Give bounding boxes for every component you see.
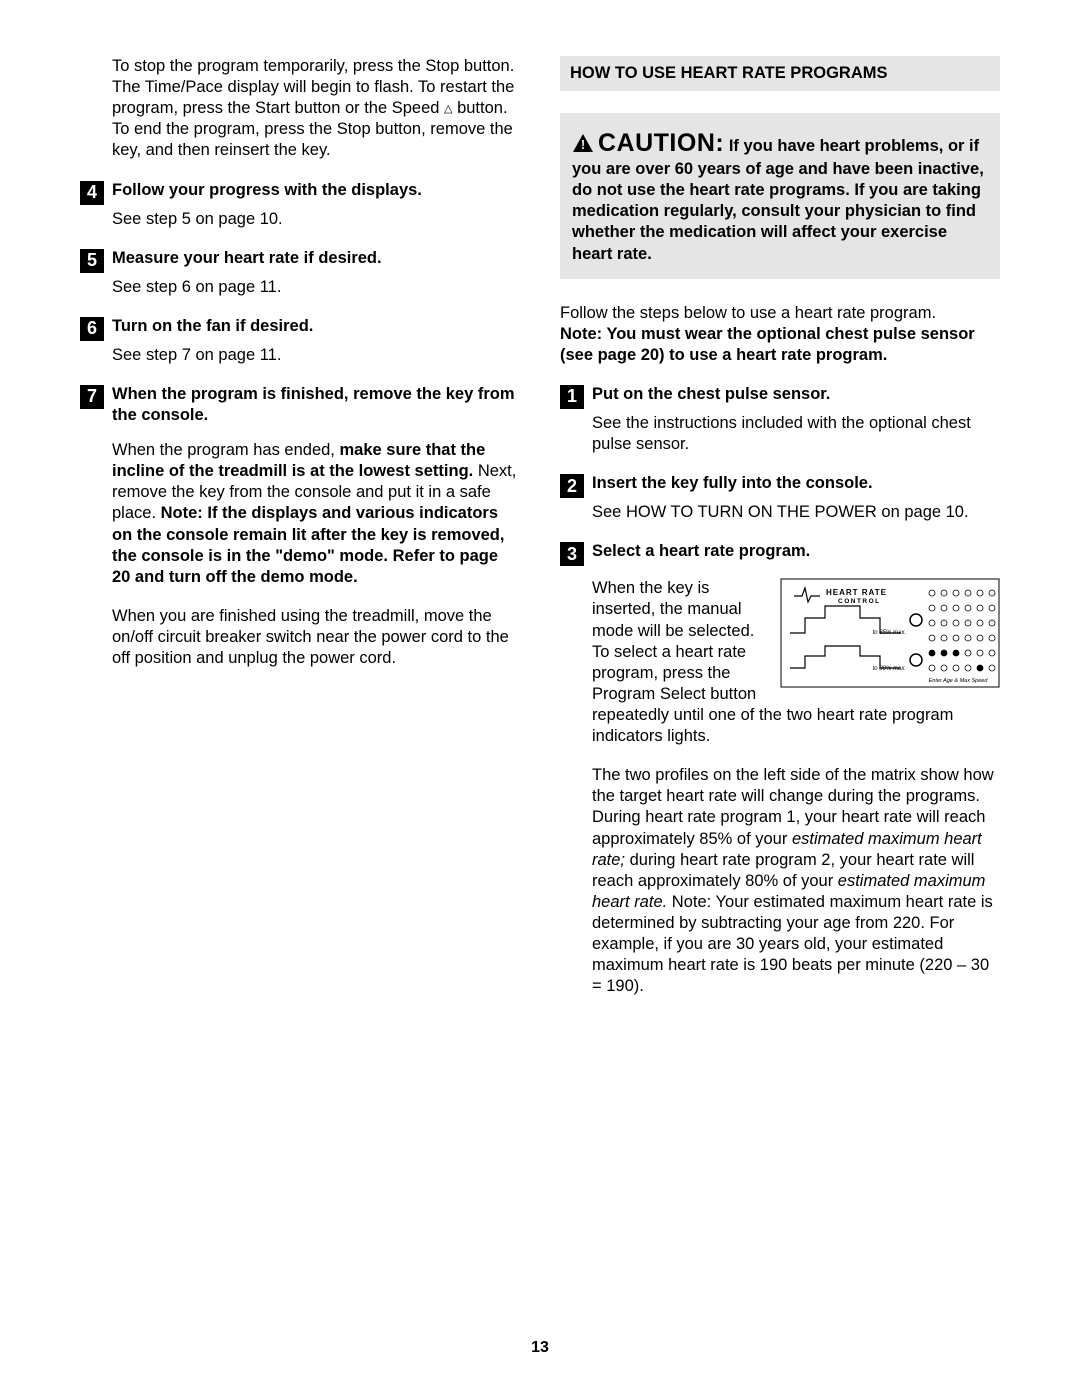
hr-step-3-p2: The two profiles on the left side of the… xyxy=(592,765,1000,997)
hr-step-1-body: See the instructions included with the o… xyxy=(560,413,1000,455)
speed-up-triangle-icon: △ xyxy=(444,102,452,116)
hr-step-2-title: Insert the key fully into the console. xyxy=(592,473,873,494)
step-4-body: See step 5 on page 10. xyxy=(80,209,520,230)
step-5-header: 5 Measure your heart rate if desired. xyxy=(80,248,520,273)
right-column: HOW TO USE HEART RATE PROGRAMS ! CAUTION… xyxy=(560,56,1000,1015)
caution-word: CAUTION: xyxy=(598,129,724,157)
hr-step-1-header: 1 Put on the chest pulse sensor. xyxy=(560,384,1000,409)
step-7-title: When the program is finished, remove the… xyxy=(112,384,520,426)
svg-text:!: ! xyxy=(581,137,585,152)
hr-step-3-p1-wrap: HEART RATE CONTROL to 85% max. to 80% ma… xyxy=(592,578,1000,747)
hr-intro-line: Follow the steps below to use a heart ra… xyxy=(560,304,936,322)
warning-triangle-icon: ! xyxy=(572,133,594,159)
step-4-header: 4 Follow your progress with the displays… xyxy=(80,180,520,205)
heart-rate-control-graphic: HEART RATE CONTROL to 85% max. to 80% ma… xyxy=(780,578,1000,688)
hr-step-1-title: Put on the chest pulse sensor. xyxy=(592,384,830,405)
p7a-bold2: Note: If the displays and various indica… xyxy=(112,504,504,585)
step-4-title: Follow your progress with the displays. xyxy=(112,180,422,201)
step-6-title: Turn on the fan if desired. xyxy=(112,316,313,337)
graphic-80-label: to 80% max. xyxy=(873,666,906,672)
hr-step-2-body: See HOW TO TURN ON THE POWER on page 10. xyxy=(560,502,1000,523)
step-6-header: 6 Turn on the fan if desired. xyxy=(80,316,520,341)
graphic-label-sub: CONTROL xyxy=(838,598,881,605)
caution-box: ! CAUTION: If you have heart problems, o… xyxy=(560,113,1000,279)
hr-step-3-header: 3 Select a heart rate program. xyxy=(560,541,1000,566)
step-6-body: See step 7 on page 11. xyxy=(80,345,520,366)
step-5-body: See step 6 on page 11. xyxy=(80,277,520,298)
intro-paragraph: To stop the program temporarily, press t… xyxy=(80,56,520,162)
graphic-enter-label: Enter Age & Max Speed xyxy=(929,678,989,684)
page-number: 13 xyxy=(0,1339,1080,1357)
step-number-badge: 4 xyxy=(80,181,104,205)
hr-intro-bold: Note: You must wear the optional chest p… xyxy=(560,325,975,364)
step-number-badge: 2 xyxy=(560,474,584,498)
step-7-p1: When the program has ended, make sure th… xyxy=(112,440,520,588)
graphic-85-label: to 85% max. xyxy=(873,630,906,636)
page-content: To stop the program temporarily, press t… xyxy=(0,0,1080,1015)
step-number-badge: 6 xyxy=(80,317,104,341)
hr-step-2-header: 2 Insert the key fully into the console. xyxy=(560,473,1000,498)
step-7-header: 7 When the program is finished, remove t… xyxy=(80,384,520,426)
step-number-badge: 7 xyxy=(80,385,104,409)
p7a-pre: When the program has ended, xyxy=(112,441,339,459)
step-5-title: Measure your heart rate if desired. xyxy=(112,248,382,269)
hr-step-3-body: HEART RATE CONTROL to 85% max. to 80% ma… xyxy=(560,578,1000,997)
graphic-label-top: HEART RATE xyxy=(826,588,887,597)
section-header: HOW TO USE HEART RATE PROGRAMS xyxy=(560,56,1000,91)
step-number-badge: 3 xyxy=(560,542,584,566)
hr-intro: Follow the steps below to use a heart ra… xyxy=(560,303,1000,366)
step-7-p2: When you are finished using the treadmil… xyxy=(112,606,520,669)
step-number-badge: 1 xyxy=(560,385,584,409)
hr-step-3-title: Select a heart rate program. xyxy=(592,541,810,562)
step-7-body: When the program has ended, make sure th… xyxy=(80,440,520,669)
left-column: To stop the program temporarily, press t… xyxy=(80,56,520,1015)
step-number-badge: 5 xyxy=(80,249,104,273)
